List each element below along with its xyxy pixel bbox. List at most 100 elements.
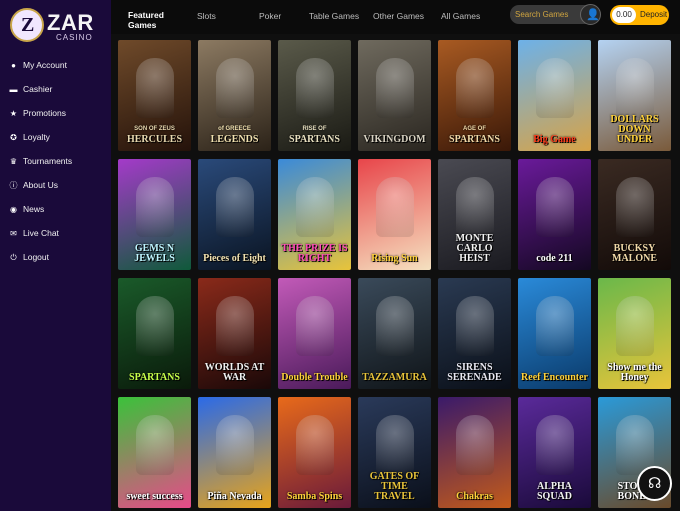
game-artwork — [136, 58, 174, 118]
game-tile[interactable]: WORLDS AT WAR — [198, 278, 271, 389]
chat-icon: ✉ — [10, 229, 17, 238]
tab-poker[interactable]: Poker — [259, 11, 281, 21]
game-artwork — [376, 58, 414, 118]
game-title: VIKINGDOM — [363, 134, 426, 145]
game-tile[interactable]: Big Game — [518, 40, 591, 151]
search-box[interactable]: Search Games — [510, 5, 588, 24]
game-tile[interactable]: sweet success — [118, 397, 191, 508]
game-title: Show me the Honey — [607, 362, 662, 383]
sidebar-item-label: Tournaments — [23, 156, 73, 166]
balance-pill: 0.00 Deposit — [610, 5, 669, 25]
game-artwork — [456, 177, 494, 237]
game-title: WORLDS AT WAR — [204, 362, 265, 383]
tab-featured-games[interactable]: Featured Games — [128, 10, 164, 30]
game-title: Samba Spins — [286, 491, 343, 502]
medal-icon: ✪ — [10, 133, 17, 142]
game-tile[interactable]: code 211 — [518, 159, 591, 270]
logo-subtitle: CASINO — [56, 33, 93, 42]
game-title: GATES OF TIME TRAVEL — [369, 471, 420, 502]
game-tile[interactable]: Chakras — [438, 397, 511, 508]
game-tile[interactable]: BUCKSY MALONE — [598, 159, 671, 270]
game-artwork — [136, 177, 174, 237]
sidebar-item-label: Loyalty — [23, 132, 50, 142]
game-subtitle: RISE OF — [302, 126, 327, 132]
sidebar-item-about-us[interactable]: ⓘ About Us — [0, 174, 111, 198]
game-artwork — [376, 177, 414, 237]
game-title: Rising Sun — [371, 253, 418, 264]
game-tile[interactable]: LEGENDS of GREECE — [198, 40, 271, 151]
deposit-button[interactable]: Deposit — [640, 10, 667, 19]
tab-slots[interactable]: Slots — [197, 11, 216, 21]
game-tile[interactable]: SPARTANS — [118, 278, 191, 389]
balance-amount: 0.00 — [612, 7, 636, 23]
game-tile[interactable]: Reef Encounter — [518, 278, 591, 389]
game-artwork — [376, 415, 414, 475]
search-input[interactable]: Search Games — [515, 10, 568, 19]
brand-logo[interactable]: Z ZAR CASINO — [10, 8, 102, 44]
live-chat-bubble[interactable]: ☊ — [637, 466, 672, 501]
user-avatar-button[interactable]: 👤 — [580, 4, 601, 25]
sidebar-item-logout[interactable]: ⏻ Logout — [0, 246, 111, 270]
sidebar-item-label: Live Chat — [23, 228, 59, 238]
logo-mark: Z — [10, 8, 44, 42]
game-tile[interactable]: Piña Nevada — [198, 397, 271, 508]
game-tile[interactable]: Double Trouble — [278, 278, 351, 389]
game-title: ALPHA SQUAD — [536, 481, 572, 502]
game-title: BUCKSY MALONE — [612, 243, 657, 264]
game-artwork — [616, 58, 654, 118]
sidebar-item-cashier[interactable]: ▬ Cashier — [0, 78, 111, 102]
user-icon: ● — [11, 61, 16, 70]
game-tile[interactable]: SPARTANS RISE OF — [278, 40, 351, 151]
tab-table-games[interactable]: Table Games — [309, 11, 359, 21]
star-icon: ★ — [9, 109, 18, 118]
game-artwork — [216, 177, 254, 237]
game-tile[interactable]: VIKINGDOM — [358, 40, 431, 151]
game-tile[interactable]: Samba Spins — [278, 397, 351, 508]
sidebar-item-news[interactable]: ◉ News — [0, 198, 111, 222]
game-artwork — [216, 296, 254, 356]
game-artwork — [216, 58, 254, 118]
sidebar-item-loyalty[interactable]: ✪ Loyalty — [0, 126, 111, 150]
sidebar-item-tournaments[interactable]: ♛ Tournaments — [0, 150, 111, 174]
tab-label-line2: Games — [128, 20, 157, 30]
game-subtitle: AGE OF — [462, 126, 486, 132]
game-title: GEMS N JEWELS — [134, 243, 175, 264]
game-title: MONTE CARLO HEIST — [455, 233, 494, 264]
game-artwork — [456, 296, 494, 356]
game-tile[interactable]: THE PRIZE IS RIGHT — [278, 159, 351, 270]
sidebar-item-live-chat[interactable]: ✉ Live Chat — [0, 222, 111, 246]
sidebar-item-label: News — [23, 204, 45, 214]
logo-mark-letter: Z — [21, 14, 35, 36]
game-artwork — [536, 415, 574, 475]
games-grid: HERCULES SON OF ZEUS LEGENDS of GREECE SPART… — [118, 40, 674, 511]
game-artwork — [456, 58, 494, 118]
game-tile[interactable]: SPARTANS AGE OF — [438, 40, 511, 151]
game-title: code 211 — [536, 253, 573, 264]
game-title: SIRENS SERENADE — [447, 362, 502, 383]
game-tile[interactable]: GATES OF TIME TRAVEL — [358, 397, 431, 508]
game-tile[interactable]: DOLLARS DOWN UNDER — [598, 40, 671, 151]
game-artwork — [616, 296, 654, 356]
tab-other-games[interactable]: Other Games — [373, 11, 424, 21]
headset-icon: ☊ — [648, 475, 662, 492]
sidebar-item-label: Cashier — [23, 84, 53, 94]
game-subtitle: of GREECE — [218, 126, 251, 132]
game-tile[interactable]: TAZZAMURA — [358, 278, 431, 389]
sidebar-item-my-account[interactable]: ● My Account — [0, 54, 111, 78]
sidebar-item-label: Logout — [23, 252, 49, 262]
game-title: Piña Nevada — [207, 491, 262, 502]
game-tile[interactable]: Rising Sun — [358, 159, 431, 270]
game-tile[interactable]: Pieces of Eight — [198, 159, 271, 270]
game-tile[interactable]: GEMS N JEWELS — [118, 159, 191, 270]
tab-all-games[interactable]: All Games — [441, 11, 480, 21]
game-tile[interactable]: HERCULES SON OF ZEUS — [118, 40, 191, 151]
sidebar-item-promotions[interactable]: ★ Promotions — [0, 102, 111, 126]
game-tile[interactable]: Show me the Honey — [598, 278, 671, 389]
news-icon: ◉ — [10, 205, 17, 214]
game-artwork — [136, 296, 174, 356]
game-title: SPARTANS — [289, 134, 340, 145]
game-tile[interactable]: ALPHA SQUAD — [518, 397, 591, 508]
sidebar: Z ZAR CASINO ● My Account ▬ Cashier ★ Promoti… — [0, 0, 111, 511]
game-tile[interactable]: SIRENS SERENADE — [438, 278, 511, 389]
game-tile[interactable]: MONTE CARLO HEIST — [438, 159, 511, 270]
